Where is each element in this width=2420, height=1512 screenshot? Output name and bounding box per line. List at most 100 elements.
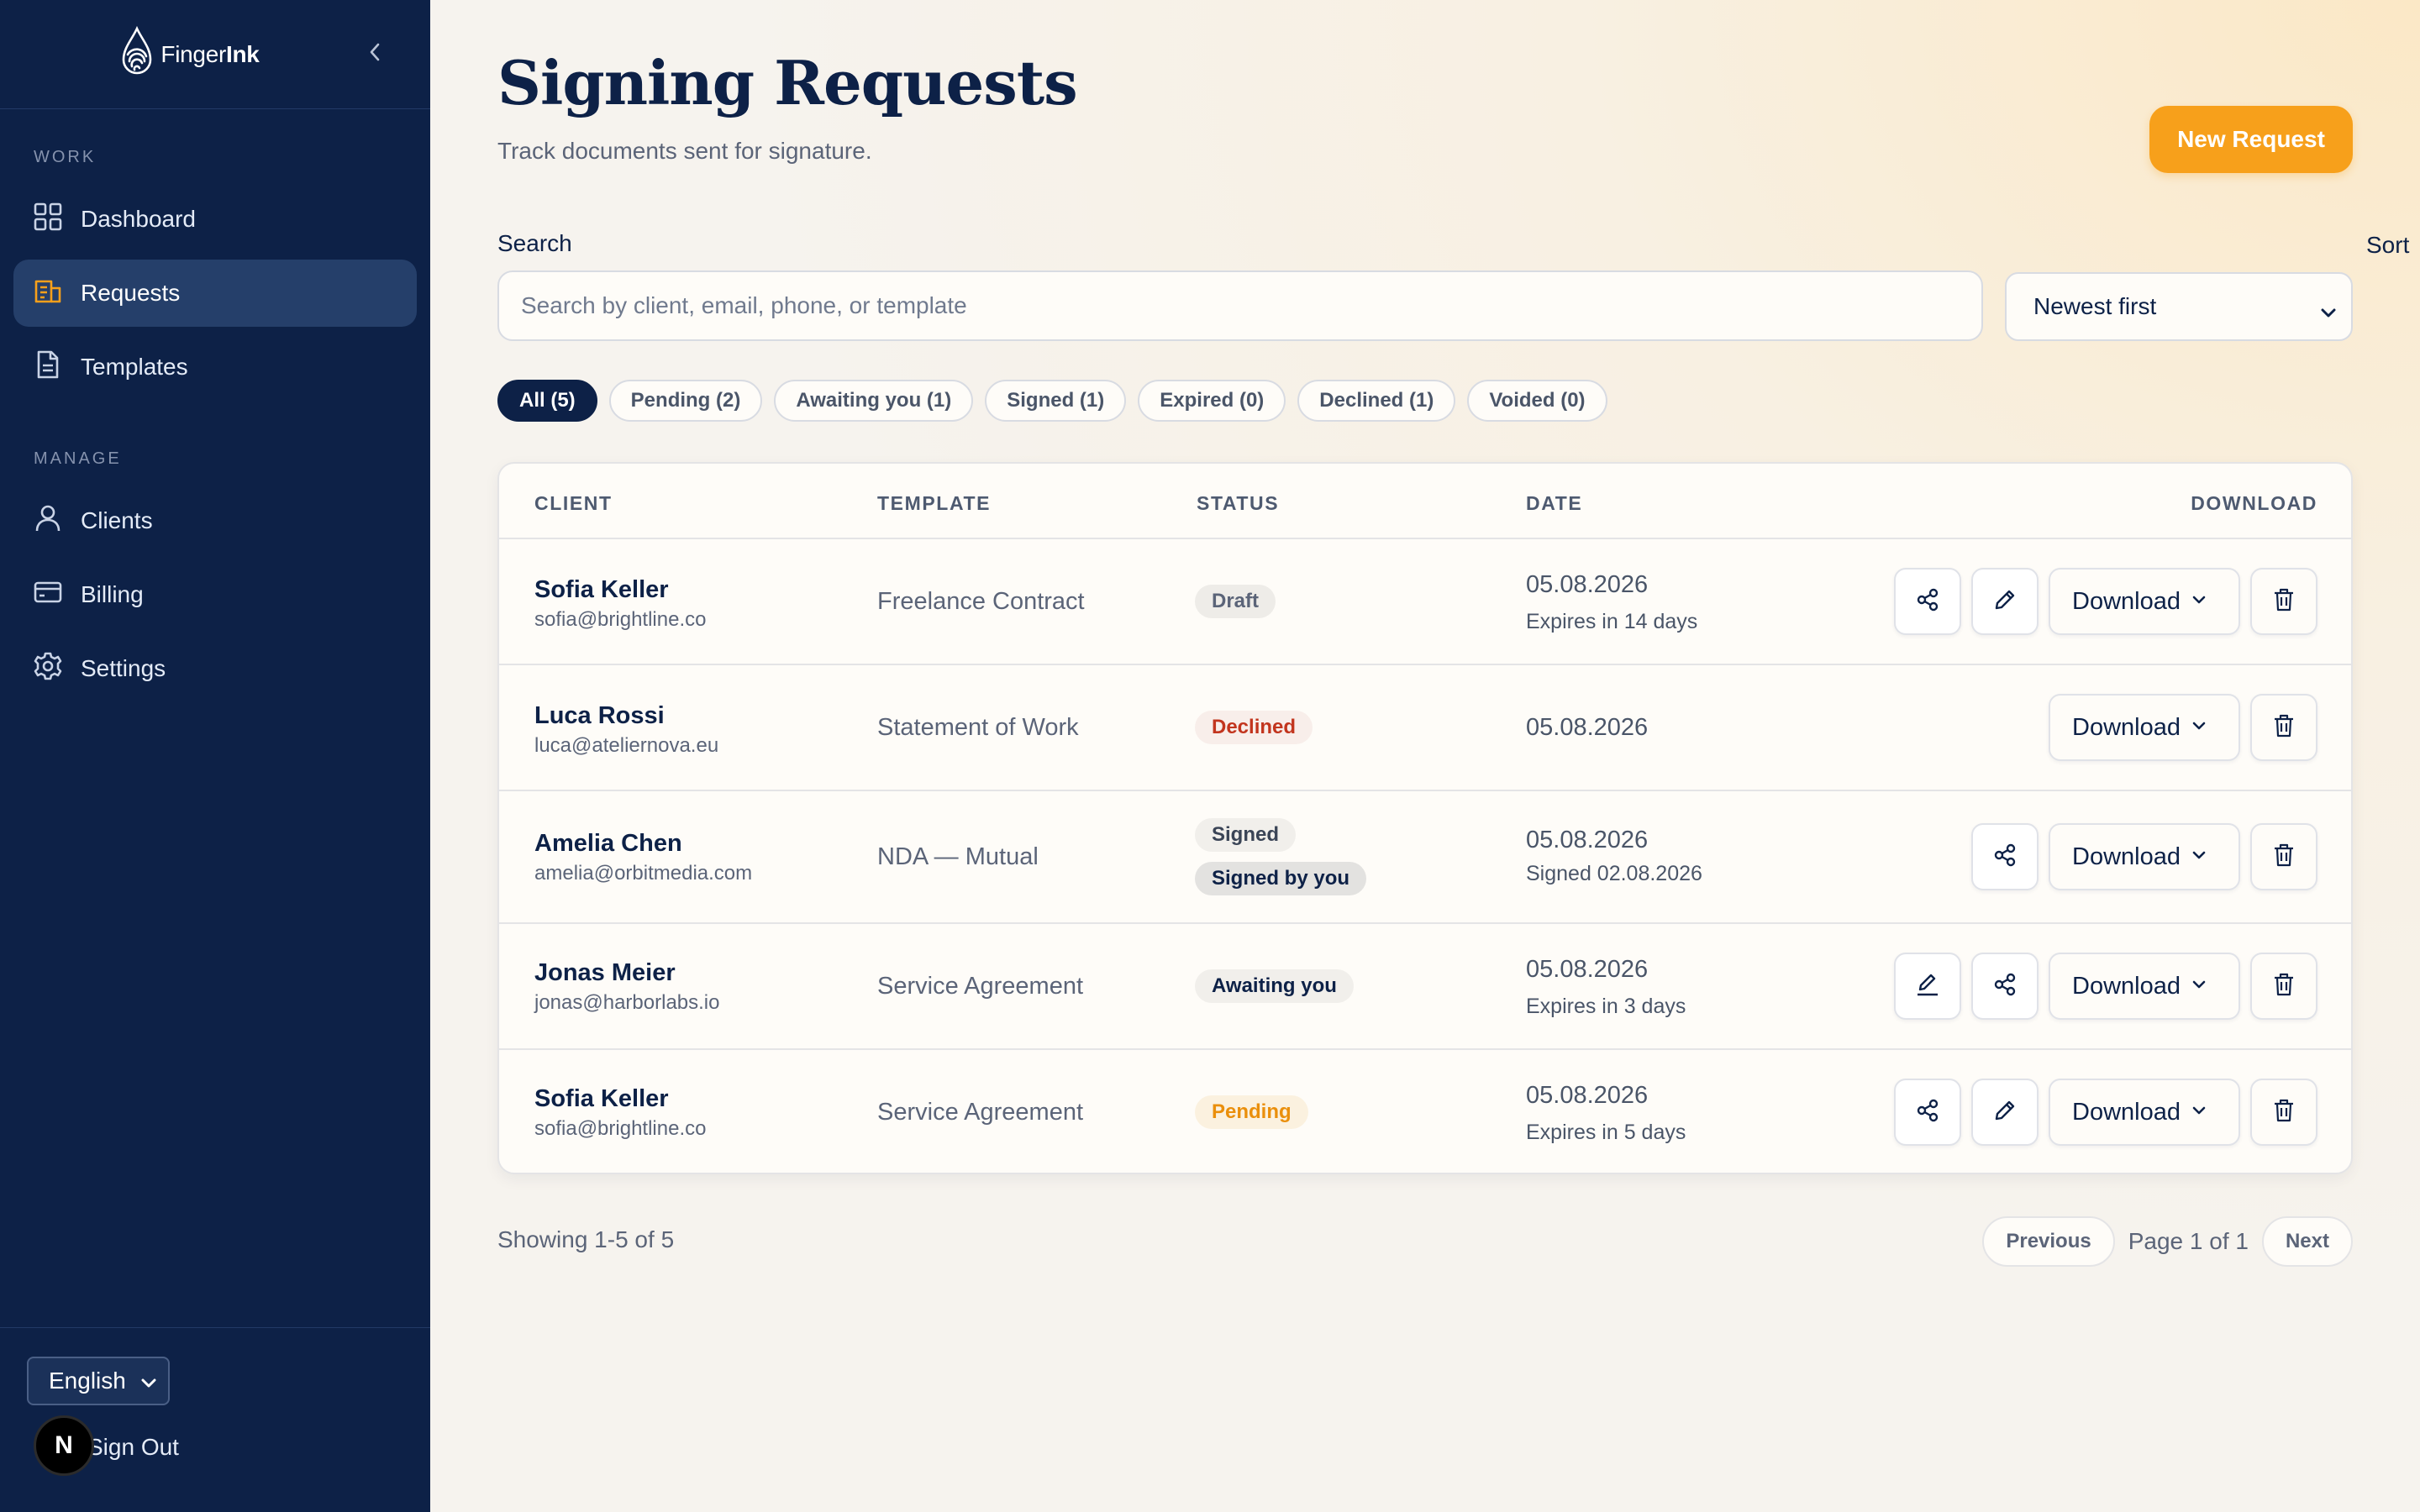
sidebar-item-clients[interactable]: Clients <box>13 487 417 554</box>
brand-name-light: Finger <box>160 40 226 67</box>
table-row: Jonas Meier jonas@harborlabs.io Service … <box>499 924 2351 1050</box>
sidebar-item-label: Billing <box>81 581 144 607</box>
column-download: DOWNLOAD <box>2191 492 2317 514</box>
filter-expired[interactable]: Expired (0) <box>1138 380 1286 422</box>
date: 05.08.2026 <box>1526 956 1649 983</box>
sign-out-label: Sign Out <box>87 1434 179 1460</box>
sidebar-footer: English N Sign Out <box>0 1327 430 1512</box>
filter-voided[interactable]: Voided (0) <box>1467 380 1607 422</box>
download-label: Download <box>2072 1098 2181 1126</box>
status-badge: Declined <box>1195 711 1313 744</box>
download-button[interactable]: Download <box>2049 953 2240 1020</box>
table-header: CLIENT TEMPLATE STATUS DATE DOWNLOAD <box>499 464 2351 539</box>
trash-icon <box>2273 843 2295 872</box>
client-email: sofia@brightline.co <box>534 1117 707 1140</box>
avatar[interactable]: N <box>34 1415 94 1476</box>
share-button[interactable] <box>1971 823 2039 890</box>
table-row: Luca Rossi luca@ateliernova.eu Statement… <box>499 665 2351 791</box>
date-subtext: Expires in 3 days <box>1526 995 1686 1018</box>
column-date: DATE <box>1526 492 1583 514</box>
nav-section-manage: MANAGE <box>34 449 122 468</box>
collapse-sidebar-button[interactable] <box>361 40 388 67</box>
chevron-down-icon <box>2192 596 2206 604</box>
download-label: Download <box>2072 843 2181 870</box>
client-name: Jonas Meier <box>534 959 676 986</box>
requests-icon <box>34 276 62 311</box>
delete-button[interactable] <box>2250 1079 2317 1146</box>
fingerprint-drop-icon <box>120 25 154 82</box>
filter-awaiting-you[interactable]: Awaiting you (1) <box>774 380 974 422</box>
share-button[interactable] <box>1894 1079 1961 1146</box>
client-email: amelia@orbitmedia.com <box>534 862 753 885</box>
next-page-button[interactable]: Next <box>2261 1216 2353 1267</box>
page-title: Signing Requests <box>497 47 1078 118</box>
client-email: luca@ateliernova.eu <box>534 734 719 757</box>
table-row: Amelia Chen amelia@orbitmedia.com NDA — … <box>499 791 2351 924</box>
download-label: Download <box>2072 587 2181 615</box>
date: 05.08.2026 <box>1526 827 1649 853</box>
delete-button[interactable] <box>2250 694 2317 761</box>
previous-page-button[interactable]: Previous <box>1982 1216 2115 1267</box>
client-name: Luca Rossi <box>534 702 665 729</box>
filter-signed[interactable]: Signed (1) <box>985 380 1127 422</box>
chevron-down-icon <box>2321 297 2336 324</box>
sort-value: Newest first <box>2033 293 2157 319</box>
filter-all[interactable]: All (5) <box>497 380 597 422</box>
download-button[interactable]: Download <box>2049 1079 2240 1146</box>
download-button[interactable]: Download <box>2049 694 2240 761</box>
filter-declined[interactable]: Declined (1) <box>1297 380 1456 422</box>
sidebar: FingerInk WORK Dashboard Requests Templa… <box>0 0 430 1512</box>
template-name: Statement of Work <box>877 714 1079 741</box>
sign-button[interactable] <box>1894 953 1961 1020</box>
search-label: Search <box>497 230 572 256</box>
logo[interactable]: FingerInk <box>120 25 260 82</box>
share-icon <box>1992 843 2018 872</box>
chevron-down-icon <box>2192 722 2206 730</box>
filter-pending[interactable]: Pending (2) <box>608 380 763 422</box>
new-request-button[interactable]: New Request <box>2149 106 2353 173</box>
sidebar-item-requests[interactable]: Requests <box>13 260 417 327</box>
sidebar-item-dashboard[interactable]: Dashboard <box>13 186 417 253</box>
pencil-icon <box>1992 1098 2018 1127</box>
sign-out-button[interactable]: N Sign Out <box>34 1415 179 1479</box>
share-button[interactable] <box>1894 568 1961 635</box>
template-name: Service Agreement <box>877 973 1084 1000</box>
trash-icon <box>2273 587 2295 617</box>
chevron-left-icon <box>369 42 381 66</box>
template-name: NDA — Mutual <box>877 843 1039 870</box>
delete-button[interactable] <box>2250 953 2317 1020</box>
sidebar-item-billing[interactable]: Billing <box>13 561 417 628</box>
sidebar-item-templates[interactable]: Templates <box>13 333 417 401</box>
chevron-down-icon <box>2192 1106 2206 1115</box>
status-filters: All (5) Pending (2) Awaiting you (1) Sig… <box>497 380 1607 422</box>
date: 05.08.2026 <box>1526 1082 1649 1109</box>
delete-button[interactable] <box>2250 823 2317 890</box>
client-email: sofia@brightline.co <box>534 608 707 631</box>
column-template: TEMPLATE <box>877 492 992 514</box>
date: 05.08.2026 <box>1526 571 1649 598</box>
pagination: Previous Page 1 of 1 Next <box>1982 1216 2353 1267</box>
client-name: Amelia Chen <box>534 830 682 857</box>
grid-icon <box>34 202 62 237</box>
template-name: Freelance Contract <box>877 588 1085 615</box>
table-row: Sofia Keller sofia@brightline.co Freelan… <box>499 539 2351 665</box>
table-row: Sofia Keller sofia@brightline.co Service… <box>499 1050 2351 1173</box>
download-button[interactable]: Download <box>2049 823 2240 890</box>
status-badge: Signed <box>1195 818 1297 852</box>
user-icon <box>34 504 62 538</box>
share-icon <box>1915 1098 1940 1127</box>
page-subtitle: Track documents sent for signature. <box>497 138 872 164</box>
trash-icon <box>2273 713 2295 743</box>
download-button[interactable]: Download <box>2049 568 2240 635</box>
sort-select[interactable]: Newest first <box>2005 272 2353 341</box>
search-input[interactable] <box>497 270 1983 341</box>
delete-button[interactable] <box>2250 568 2317 635</box>
edit-button[interactable] <box>1971 568 2039 635</box>
edit-button[interactable] <box>1971 1079 2039 1146</box>
language-select[interactable]: English <box>27 1357 170 1405</box>
download-label: Download <box>2072 713 2181 741</box>
sidebar-item-settings[interactable]: Settings <box>13 635 417 702</box>
requests-table: CLIENT TEMPLATE STATUS DATE DOWNLOAD Sof… <box>497 462 2353 1174</box>
column-status: STATUS <box>1197 492 1280 514</box>
share-button[interactable] <box>1971 953 2039 1020</box>
